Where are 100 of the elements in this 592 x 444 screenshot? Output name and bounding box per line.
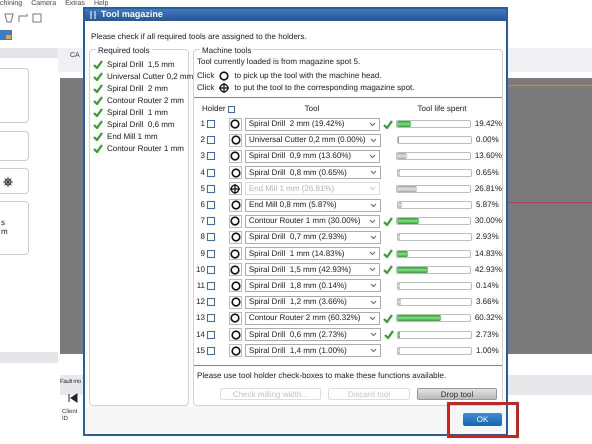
tool-dropdown[interactable]: Universal Cutter 0,2 mm (0.00%): [245, 134, 381, 147]
checkbox[interactable]: [207, 346, 215, 355]
chevron-down-icon: [369, 186, 376, 192]
checkbox[interactable]: [207, 330, 215, 339]
pick-icon: [230, 119, 240, 130]
tool-dropdown[interactable]: Spiral Drill 1,2 mm (3.66%): [245, 296, 381, 309]
pick-icon: [230, 346, 240, 356]
tool-dropdown[interactable]: Contour Router 2 mm (60.32%): [244, 312, 380, 325]
tool-dropdown[interactable]: Spiral Drill 2 mm (19.42%): [244, 118, 380, 131]
row-number: 10: [195, 264, 206, 276]
ok-button[interactable]: OK: [463, 413, 502, 426]
panel-card: [0, 168, 29, 194]
percent-text: 0.00%: [476, 134, 499, 146]
chevron-down-icon: [369, 122, 376, 127]
row-number: 8: [200, 231, 206, 244]
gear-icon: [3, 177, 13, 187]
checkbox[interactable]: [207, 168, 215, 177]
pick-tool-button[interactable]: [228, 214, 242, 228]
pick-tool-button[interactable]: [229, 230, 242, 244]
checkbox[interactable]: [207, 298, 215, 306]
percent-text: 42.93%: [474, 264, 502, 276]
chevron-down-icon: [369, 218, 376, 224]
tool-dropdown[interactable]: Spiral Drill 0,8 mm (0.65%): [245, 166, 381, 180]
tool-label: End Mill 1 mm: [107, 130, 158, 142]
checkbox[interactable]: [207, 233, 215, 242]
chevron-down-icon: [370, 138, 377, 143]
pick-tool-button[interactable]: [228, 118, 242, 131]
pick-tool-button[interactable]: [229, 328, 242, 342]
checkbox[interactable]: [206, 314, 215, 322]
pick-icon: [230, 330, 240, 340]
row-number: 14: [195, 328, 206, 341]
checkbox[interactable]: [207, 201, 215, 210]
column-header: Tool life spent: [416, 103, 468, 115]
hint-text: Please use tool holder check-boxes to make these functions available.: [197, 370, 448, 382]
group-title: Required tools: [96, 45, 152, 57]
checkbox[interactable]: [228, 106, 235, 112]
percent-text: 3.66%: [476, 296, 499, 308]
checkbox[interactable]: [207, 136, 215, 144]
tool-dropdown[interactable]: Spiral Drill 0,7 mm (2.93%): [245, 230, 381, 244]
checkbox[interactable]: [206, 152, 215, 160]
tool-dropdown[interactable]: Spiral Drill 0,9 mm (13.60%): [244, 150, 380, 163]
pick-tool-button[interactable]: [228, 312, 242, 325]
crosshair-icon: [230, 184, 240, 194]
checkbox[interactable]: [206, 120, 215, 128]
pick-tool-button[interactable]: [229, 134, 242, 147]
percent-text: 5.87%: [476, 199, 499, 212]
tool-dropdown[interactable]: Spiral Drill 1,5 mm (42.93%): [244, 263, 380, 276]
tool-label: Contour Router 1 mm: [107, 142, 184, 154]
highlight-frame: [447, 402, 519, 438]
chevron-down-icon: [370, 332, 377, 338]
pick-tool-button[interactable]: [228, 150, 242, 163]
chevron-down-icon: [370, 202, 377, 208]
pick-icon: [230, 297, 240, 308]
percent-text: 0.65%: [476, 166, 499, 179]
checkbox[interactable]: [207, 282, 215, 290]
pick-icon: [230, 216, 240, 226]
percent-text: 2.93%: [476, 231, 499, 244]
tool-dropdown[interactable]: Spiral Drill 1 mm (14.83%): [244, 247, 380, 260]
chevron-down-icon: [370, 348, 377, 354]
panel-text: m: [1, 227, 9, 236]
tool-label: Universal Cutter 0,2 mm: [107, 70, 194, 82]
action-button[interactable]: Drop tool: [417, 388, 497, 400]
tool-dropdown[interactable]: Spiral Drill 0,6 mm (2.73%): [245, 328, 381, 342]
percent-text: 60.32%: [474, 312, 502, 324]
chevron-down-icon: [370, 170, 377, 176]
panel-header: [0, 352, 58, 363]
pick-tool-button[interactable]: [229, 344, 242, 358]
row-number: 3: [200, 150, 206, 162]
pick-icon: [230, 151, 240, 162]
row-number: 2: [200, 134, 206, 146]
pick-tool-button[interactable]: [229, 296, 242, 309]
pick-tool-button[interactable]: [229, 198, 242, 212]
checkbox[interactable]: [206, 250, 215, 258]
percent-text: 26.81%: [474, 182, 502, 195]
back-icon: [68, 393, 78, 403]
checkbox[interactable]: [206, 266, 215, 274]
pick-icon: [230, 200, 240, 210]
panel-text: s: [1, 218, 6, 227]
pick-icon: [230, 232, 240, 242]
tool-dropdown[interactable]: Spiral Drill 1,4 mm (1.00%): [245, 344, 381, 358]
pick-tool-button[interactable]: [228, 247, 242, 260]
tools-icon: [89, 11, 97, 19]
column-header: Holder: [202, 103, 226, 115]
percent-text: 1.00%: [476, 344, 499, 357]
crosshair-icon: [219, 82, 230, 92]
checkbox[interactable]: [206, 217, 215, 226]
tool-dropdown[interactable]: Spiral Drill 1,8 mm (0.14%): [245, 279, 381, 292]
pick-tool-button[interactable]: [228, 263, 242, 276]
tool-dropdown[interactable]: End Mill 0,8 mm (5.87%): [245, 198, 381, 212]
chevron-down-icon: [370, 234, 377, 240]
row-number: 15: [195, 344, 206, 357]
tool-label: Contour Router 2 mm: [107, 94, 184, 106]
percent-text: 0.14%: [476, 280, 499, 292]
row-number: 13: [195, 312, 206, 324]
tool-dropdown[interactable]: Contour Router 1 mm (30.00%): [244, 214, 380, 228]
row-number: 12: [195, 296, 206, 308]
tool-label: Spiral Drill 0,6 mm: [107, 118, 175, 130]
pick-tool-button[interactable]: [229, 166, 242, 180]
pick-tool-button[interactable]: [229, 279, 242, 292]
tool-label: Spiral Drill 1,5 mm: [107, 58, 175, 70]
